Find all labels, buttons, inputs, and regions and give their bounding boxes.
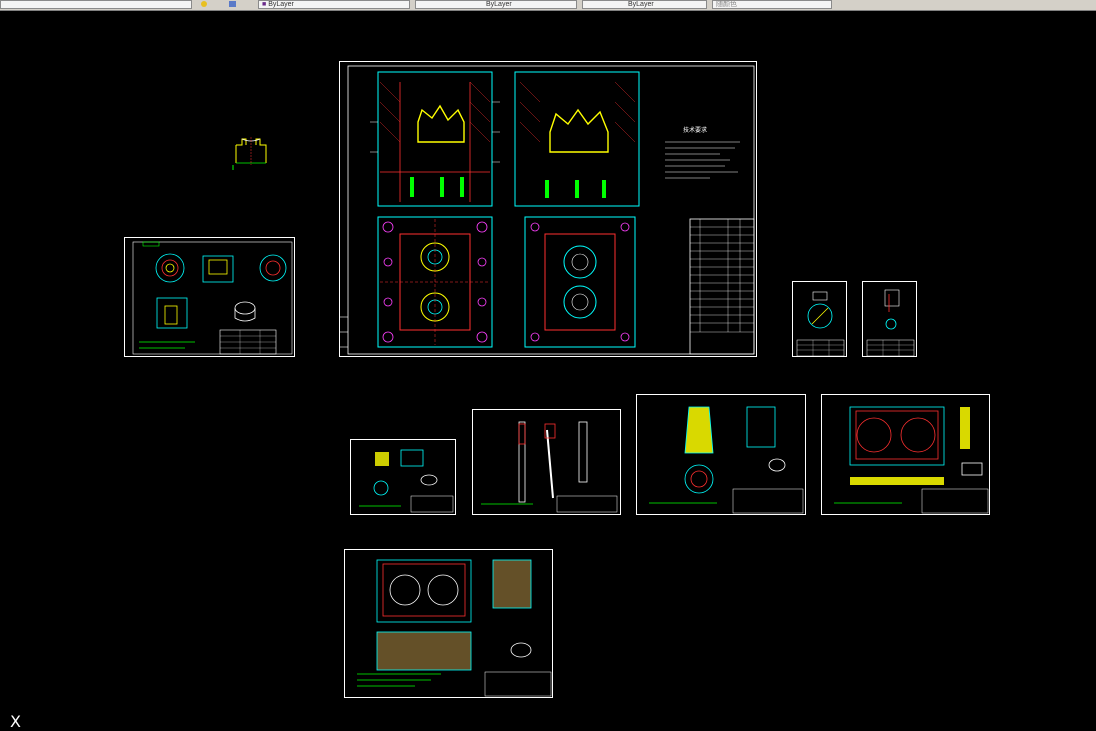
plotstyle-control[interactable]: 随颜色 — [712, 0, 832, 9]
small-part-sketch[interactable] — [228, 135, 273, 175]
linetype-control[interactable]: ByLayer — [415, 0, 577, 9]
layer-previous-icon[interactable] — [228, 0, 237, 8]
part-sheet-1[interactable] — [124, 237, 295, 357]
part-sheet-7[interactable] — [821, 394, 990, 515]
layer-state-icon[interactable] — [200, 0, 209, 8]
part-sheet-2[interactable] — [792, 281, 847, 357]
toolbar-dropdown-left[interactable] — [0, 0, 192, 9]
lineweight-control[interactable]: ByLayer — [582, 0, 707, 9]
svg-text:X: X — [10, 712, 21, 731]
part-sheet-3[interactable] — [862, 281, 917, 357]
part-sheet-6[interactable] — [636, 394, 806, 515]
part-sheet-8[interactable] — [344, 549, 553, 698]
part-sheet-4[interactable] — [350, 439, 456, 515]
tech-requirements-title: 技术要求 — [683, 126, 707, 134]
color-control[interactable]: ■ ByLayer — [258, 0, 410, 9]
part-sheet-5[interactable] — [472, 409, 621, 515]
assembly-drawing-sheet[interactable]: 技术要求 — [339, 61, 757, 357]
properties-toolbar: ■ ByLayer ByLayer ByLayer 随颜色 — [0, 0, 1096, 11]
drawing-canvas[interactable]: 技术要求 X — [0, 11, 1096, 731]
ucs-icon: X — [10, 712, 21, 731]
